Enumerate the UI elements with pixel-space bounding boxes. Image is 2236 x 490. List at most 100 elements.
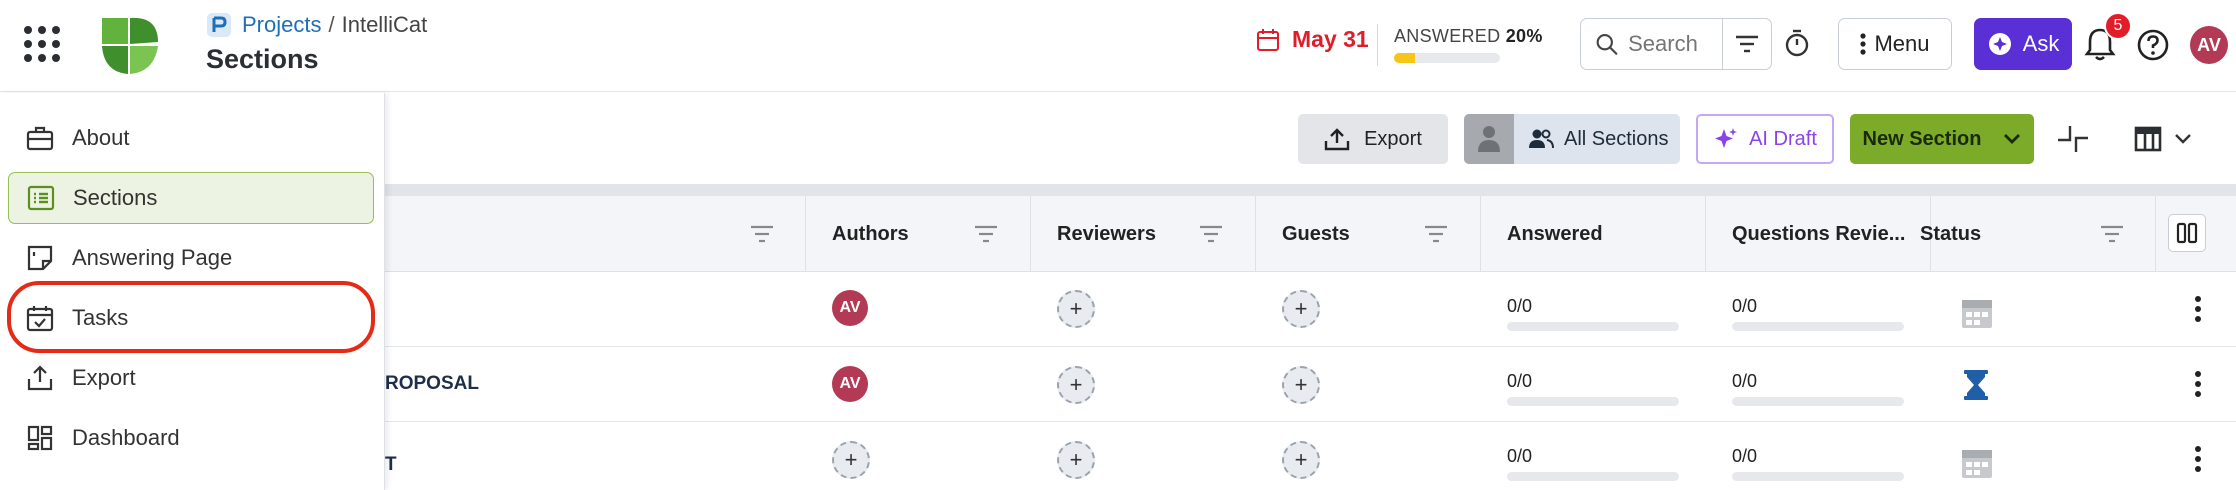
author-avatar[interactable]: AV: [832, 290, 868, 326]
breadcrumb-projects-link[interactable]: Projects: [242, 12, 321, 38]
project-icon: [207, 13, 231, 37]
more-vertical-icon[interactable]: [2186, 444, 2210, 474]
answered-count: 0/0: [1507, 446, 1533, 466]
menu-button[interactable]: Menu: [1838, 18, 1952, 70]
sidebar-item-export[interactable]: Export: [8, 352, 374, 404]
column-header-questions-reviewed[interactable]: Questions Revie...: [1732, 196, 1905, 272]
collapse-icon[interactable]: [2056, 122, 2090, 156]
add-reviewer-button[interactable]: +: [1057, 366, 1095, 404]
column-header-authors[interactable]: Authors: [832, 196, 909, 272]
user-filter-avatar: [1464, 114, 1514, 164]
users-icon: [1529, 129, 1554, 149]
column-divider: [2155, 196, 2156, 272]
note-icon: [27, 245, 53, 271]
column-divider: [1030, 196, 1031, 272]
column-filter-icon[interactable]: [2098, 220, 2126, 248]
column-header-answered[interactable]: Answered: [1507, 196, 1603, 272]
user-avatar[interactable]: AV: [2190, 26, 2228, 64]
answered-progress-bar: [1394, 53, 1500, 63]
column-filter-icon[interactable]: [748, 220, 776, 248]
new-section-button[interactable]: New Section: [1850, 114, 2034, 164]
page-title: Sections: [206, 44, 319, 74]
column-toggle-button[interactable]: [2168, 214, 2206, 252]
columns-icon: [2176, 222, 2198, 244]
sidebar-item-answering-page[interactable]: Answering Page: [8, 232, 374, 284]
calendar-check-icon: [26, 306, 54, 332]
column-filter-icon[interactable]: [972, 220, 1000, 248]
answered-progress-bar: [1507, 472, 1679, 481]
chevron-down-icon: [2175, 134, 2191, 144]
app-grid-icon[interactable]: [22, 24, 62, 64]
company-logo[interactable]: [100, 14, 162, 76]
filter-icon: [1736, 35, 1758, 53]
column-divider: [1480, 196, 1481, 272]
briefcase-icon: [26, 126, 54, 151]
reviewed-count: 0/0: [1732, 371, 1758, 391]
add-reviewer-button[interactable]: +: [1057, 290, 1095, 328]
ai-draft-button[interactable]: AI Draft: [1696, 114, 1834, 164]
search-box: [1580, 18, 1772, 70]
answered-percent: 20%: [1505, 26, 1543, 46]
answered-progress-bar: [1507, 322, 1679, 331]
column-header-status[interactable]: Status: [1920, 196, 1981, 272]
column-header-guests[interactable]: Guests: [1282, 196, 1350, 272]
ask-button[interactable]: Ask: [1974, 18, 2072, 70]
column-divider: [1255, 196, 1256, 272]
calendar-icon: [1962, 300, 1992, 328]
reviewed-progress-bar: [1732, 397, 1904, 406]
author-avatar[interactable]: AV: [832, 366, 868, 402]
all-sections-button[interactable]: All Sections: [1464, 114, 1680, 164]
upload-icon: [27, 365, 53, 391]
search-input[interactable]: [1628, 31, 1719, 57]
section-name[interactable]: T: [385, 454, 397, 476]
column-filter-icon[interactable]: [1422, 220, 1450, 248]
breadcrumb-current[interactable]: IntelliCat: [342, 12, 428, 38]
add-author-button[interactable]: +: [832, 441, 870, 479]
reviewed-count: 0/0: [1732, 446, 1758, 466]
person-icon: [1478, 126, 1500, 152]
due-date[interactable]: May 31: [1256, 26, 1369, 53]
side-navigation-panel: About Sections Answering Page Tasks Expo…: [0, 93, 385, 490]
notification-badge: 5: [2104, 12, 2132, 40]
dashboard-icon: [27, 425, 53, 451]
filter-button[interactable]: [1723, 19, 1771, 69]
ask-ai-icon: [1988, 33, 2011, 55]
reviewed-count: 0/0: [1732, 296, 1758, 316]
more-vertical-icon[interactable]: [2186, 294, 2210, 324]
answered-progress-bar: [1507, 397, 1679, 406]
add-reviewer-button[interactable]: +: [1057, 441, 1095, 479]
export-button[interactable]: Export: [1298, 114, 1448, 164]
breadcrumb: Projects / IntelliCat: [206, 10, 427, 40]
sidebar-item-sections[interactable]: Sections: [8, 172, 374, 224]
add-guest-button[interactable]: +: [1282, 366, 1320, 404]
hourglass-icon: [1964, 370, 1988, 400]
answered-count: 0/0: [1507, 296, 1533, 316]
chevron-down-icon: [2004, 134, 2021, 144]
breadcrumb-separator: /: [328, 12, 335, 37]
answered-count: 0/0: [1507, 371, 1533, 391]
section-name[interactable]: ROPOSAL: [385, 373, 479, 395]
add-guest-button[interactable]: +: [1282, 290, 1320, 328]
divider: [1377, 24, 1378, 66]
answered-label: ANSWERED 20%: [1394, 26, 1543, 46]
column-filter-icon[interactable]: [1197, 220, 1225, 248]
calendar-icon: [1257, 28, 1279, 51]
top-bar: Projects / IntelliCat Sections May 31 AN…: [0, 0, 2236, 92]
column-divider: [805, 196, 806, 272]
help-icon[interactable]: [2136, 28, 2170, 62]
sidebar-item-dashboard[interactable]: Dashboard: [8, 412, 374, 464]
more-vertical-icon: [1860, 33, 1867, 55]
sidebar-item-about[interactable]: About: [8, 112, 374, 164]
upload-icon: [1324, 128, 1350, 151]
sidebar-item-tasks[interactable]: Tasks: [8, 292, 374, 344]
view-options-button[interactable]: [2134, 122, 2202, 156]
timer-icon[interactable]: [1782, 28, 1812, 58]
column-divider: [1705, 196, 1706, 272]
column-header-reviewers[interactable]: Reviewers: [1057, 196, 1156, 272]
due-date-text: May 31: [1292, 26, 1369, 52]
more-vertical-icon[interactable]: [2186, 369, 2210, 399]
calendar-icon: [1962, 450, 1992, 478]
answered-progress: ANSWERED 20%: [1394, 26, 1544, 63]
reviewed-progress-bar: [1732, 322, 1904, 331]
add-guest-button[interactable]: +: [1282, 441, 1320, 479]
